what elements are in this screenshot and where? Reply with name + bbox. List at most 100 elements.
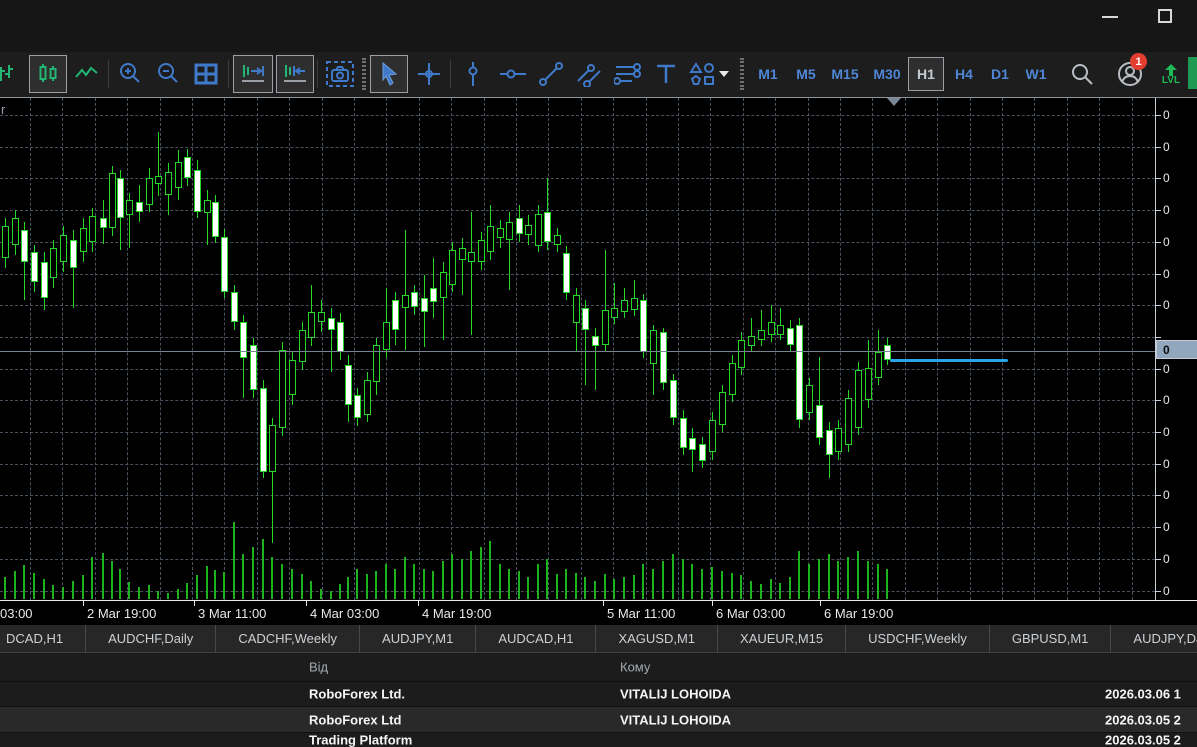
candle-body	[184, 157, 191, 178]
timeframe-m30[interactable]: M30	[866, 57, 908, 91]
fibonacci-button[interactable]	[608, 55, 648, 93]
time-tick	[306, 601, 307, 606]
time-tick	[418, 601, 419, 606]
timeframe-w1[interactable]: W1	[1018, 57, 1054, 91]
column-header-to[interactable]: Кому	[620, 660, 650, 675]
shapes-button[interactable]	[684, 55, 734, 93]
notification-badge[interactable]: 1	[1130, 53, 1147, 70]
trendline-button[interactable]	[532, 55, 570, 93]
lvl-button[interactable]: LVL	[1154, 55, 1188, 93]
chart-tab-gbpusd-m1[interactable]: GBPUSD,M1	[990, 625, 1112, 652]
volume-bar	[291, 569, 293, 599]
candle-body	[806, 385, 813, 413]
chart-tab-audjpy-m1[interactable]: AUDJPY,M1	[360, 625, 477, 652]
chart-tab-usdchf-weekly[interactable]: USDCHF,Weekly	[846, 625, 990, 652]
mail-row[interactable]: RoboForex Ltd VITALIJ LOHOIDA 2026.03.05 2	[0, 707, 1197, 733]
price-tick-label: 0	[1163, 393, 1170, 408]
time-tick-label: 3 Mar 11:00	[198, 606, 267, 621]
timeframe-d1[interactable]: D1	[982, 57, 1018, 91]
volume-bar	[33, 573, 35, 599]
candle-body	[670, 380, 677, 418]
text-button[interactable]	[648, 55, 684, 93]
mail-to: VITALIJ LOHOIDA	[620, 712, 731, 727]
fibonacci-lines-icon	[614, 63, 641, 85]
chart-shift-button[interactable]	[276, 55, 314, 93]
chart-shift-marker[interactable]	[887, 98, 901, 106]
chart-tab-dcad-h1[interactable]: DCAD,H1	[0, 625, 87, 652]
screenshot-button[interactable]	[321, 55, 359, 93]
maximize-button[interactable]	[1150, 8, 1180, 26]
time-tick-label: 4 Mar 03:00	[310, 606, 380, 621]
channel-button[interactable]	[570, 55, 608, 93]
blue-indicator-line	[890, 359, 1008, 362]
price-tick	[1156, 115, 1161, 116]
timeframe-h4[interactable]: H4	[946, 57, 982, 91]
auto-scroll-button[interactable]	[233, 55, 273, 93]
chart-tab-audjpy-daily[interactable]: AUDJPY,Daily	[1111, 625, 1197, 652]
timeframe-m5[interactable]: M5	[788, 57, 824, 91]
vertical-line-button[interactable]	[454, 55, 492, 93]
gridline	[0, 463, 1155, 465]
time-axis[interactable]: 03:00 2 Mar 19:00 3 Mar 11:00 4 Mar 03:00 4 …	[0, 600, 1197, 625]
partial-button[interactable]	[1188, 57, 1197, 89]
candle-wick	[780, 308, 781, 340]
gridline	[1002, 98, 1003, 600]
candle-body	[165, 172, 172, 195]
zoom-out-icon	[158, 63, 178, 83]
time-tick-label: 2 Mar 19:00	[87, 606, 157, 621]
chart-tab-audcad-h1[interactable]: AUDCAD,H1	[476, 625, 597, 652]
crosshair-button[interactable]	[410, 55, 448, 93]
candle-body	[709, 420, 716, 452]
cursor-button[interactable]	[370, 55, 408, 93]
timeframe-m15[interactable]: M15	[824, 57, 866, 91]
zoom-in-button[interactable]	[112, 55, 148, 93]
price-tick-label: 0	[1163, 266, 1170, 281]
timeframe-m1[interactable]: M1	[750, 57, 786, 91]
chart-tab-audchf-daily[interactable]: AUDCHF,Daily	[86, 625, 217, 652]
volume-bar	[691, 564, 693, 599]
line-chart-button[interactable]	[70, 55, 104, 93]
toolbar-grip[interactable]	[362, 58, 366, 90]
bar-chart-button[interactable]	[0, 55, 22, 93]
candle-body	[640, 300, 647, 352]
volume-bar	[886, 569, 888, 599]
candle-body	[729, 363, 736, 395]
candle-body	[80, 228, 87, 252]
chart-tab-xagusd-m1[interactable]: XAGUSD,M1	[596, 625, 719, 652]
price-tick-label: 0	[1163, 456, 1170, 471]
camera-icon	[326, 61, 354, 87]
toolbar: M1 M5 M15 M30 H1 H4 D1 W1 1 LVL	[0, 52, 1197, 98]
column-header-from[interactable]: Від	[309, 660, 328, 675]
gridline	[62, 98, 64, 600]
volume-bar	[701, 569, 703, 599]
search-button[interactable]	[1064, 55, 1100, 93]
time-tick-label: 6 Mar 03:00	[716, 606, 786, 621]
chevron-down-icon	[719, 71, 729, 77]
mail-row[interactable]: Trading Platform 2026.03.05 2	[0, 733, 1197, 747]
mail-row[interactable]: RoboForex Ltd. VITALIJ LOHOIDA 2026.03.06 …	[0, 682, 1197, 707]
timeframe-h1[interactable]: H1	[908, 57, 944, 91]
price-axis[interactable]: 0 0 0 0 0 0 0 0 0 0 0 0 0 0 0 0	[1155, 98, 1197, 600]
zoom-out-button[interactable]	[150, 55, 186, 93]
tile-windows-button[interactable]	[188, 55, 224, 93]
candle-body	[126, 200, 133, 215]
candle-wick	[158, 132, 159, 196]
candlestick-chart-button[interactable]	[29, 55, 67, 93]
search-icon	[1072, 64, 1093, 85]
volume-bar	[499, 564, 501, 599]
chart-canvas[interactable]: r	[0, 98, 1155, 600]
price-tick-label: 0	[1163, 108, 1170, 122]
candle-body	[680, 418, 687, 448]
price-tick	[1156, 432, 1161, 433]
chart-tab-cadchf-weekly[interactable]: CADCHF,Weekly	[216, 625, 361, 652]
minimize-button[interactable]	[1095, 8, 1125, 26]
horizontal-line-button[interactable]	[494, 55, 532, 93]
chart-tab-xaueur-m15[interactable]: XAUEUR,M15	[718, 625, 847, 652]
vertical-line-icon	[468, 62, 478, 86]
current-price-line	[0, 351, 1155, 352]
toolbar-grip[interactable]	[740, 58, 744, 90]
candle-body	[269, 425, 276, 472]
candle-body	[497, 228, 504, 238]
volume-bar	[4, 577, 6, 599]
community-button[interactable]: 1	[1108, 53, 1152, 93]
